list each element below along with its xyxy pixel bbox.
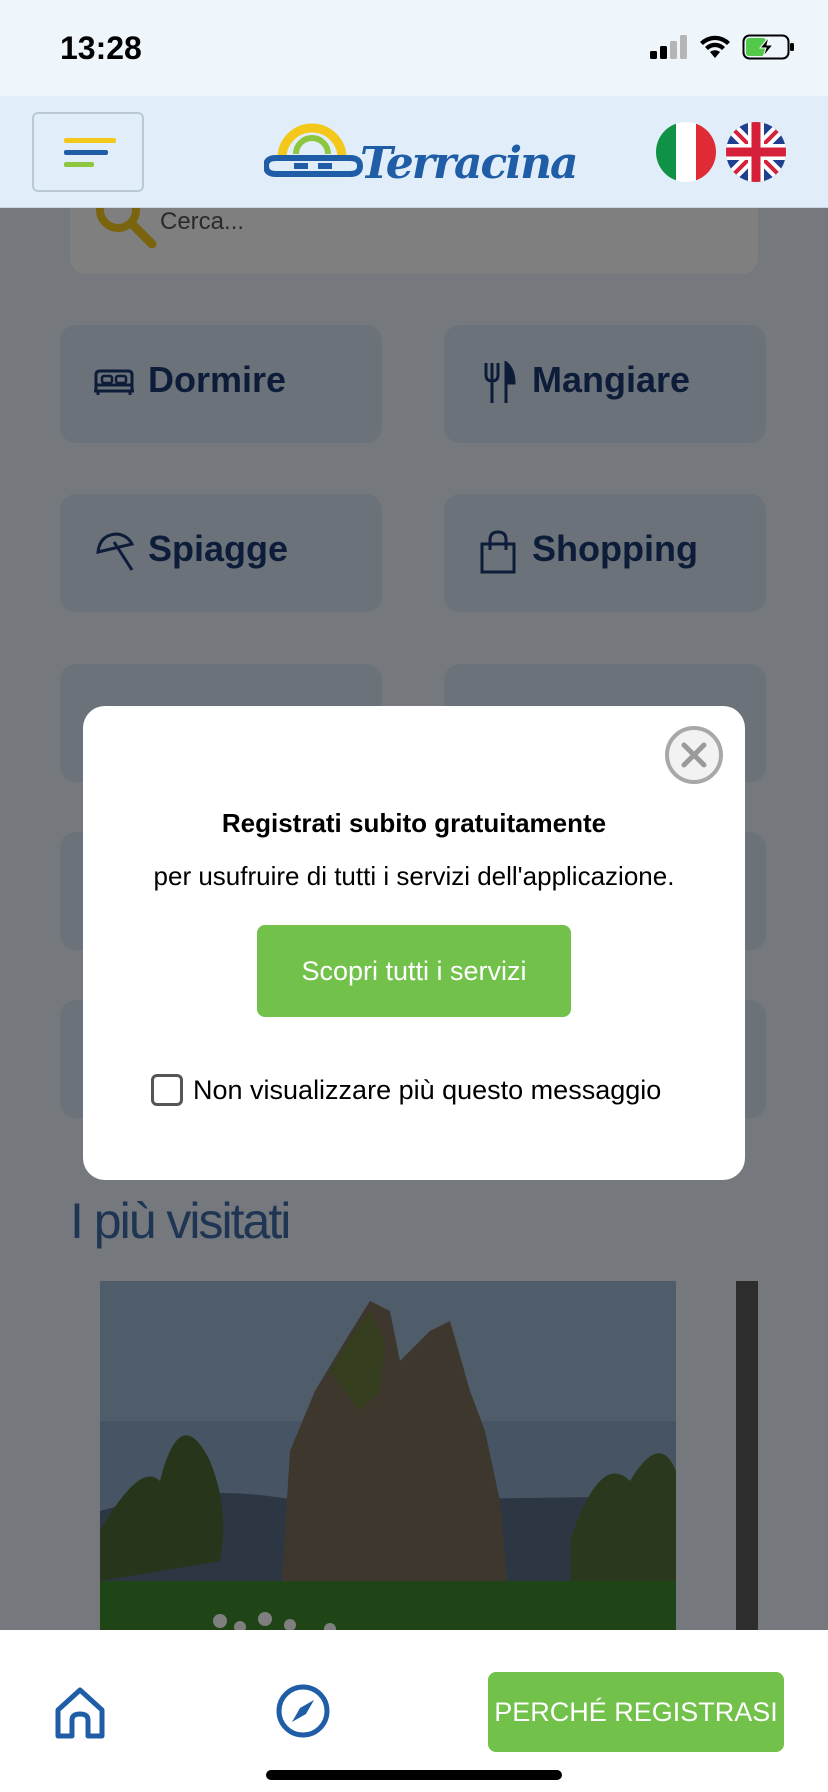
menu-button[interactable]: [32, 112, 144, 192]
discover-services-button[interactable]: Scopri tutti i servizi: [257, 925, 571, 1017]
compass-icon[interactable]: [274, 1682, 332, 1740]
menu-icon-bar: [64, 138, 116, 143]
menu-icon-bar: [64, 150, 108, 155]
register-modal: Registrati subito gratuitamente per usuf…: [83, 706, 745, 1180]
app-header: Terracina: [0, 96, 828, 208]
dont-show-again-label[interactable]: Non visualizzare più questo messaggio: [193, 1075, 661, 1106]
dont-show-again-checkbox[interactable]: [151, 1074, 183, 1106]
status-bar: 13:28: [0, 0, 828, 96]
home-icon[interactable]: [52, 1684, 108, 1740]
logo-text: Terracina: [360, 138, 579, 189]
wifi-icon: [700, 35, 730, 58]
cellular-signal-icon: [650, 35, 687, 59]
battery-charging-icon: [742, 34, 794, 60]
italian-flag-icon[interactable]: [656, 122, 716, 182]
close-button[interactable]: [665, 726, 723, 784]
logo-sun-icon: [264, 123, 364, 177]
modal-subtitle: per usufruire di tutti i servizi dell'ap…: [153, 861, 675, 891]
status-time: 13:28: [60, 30, 142, 66]
uk-flag-icon[interactable]: [726, 122, 786, 182]
menu-icon-bar: [64, 162, 94, 167]
home-indicator: [266, 1770, 562, 1780]
dont-show-again-row[interactable]: Non visualizzare più questo messaggio: [151, 1074, 661, 1106]
close-icon: [681, 742, 707, 768]
status-icons: [650, 34, 796, 60]
bottom-nav: PERCHÉ REGISTRASI: [0, 1630, 828, 1792]
terracina-logo[interactable]: Terracina: [264, 114, 579, 190]
why-register-button[interactable]: PERCHÉ REGISTRASI: [488, 1672, 784, 1752]
modal-title: Registrati subito gratuitamente: [221, 808, 607, 838]
